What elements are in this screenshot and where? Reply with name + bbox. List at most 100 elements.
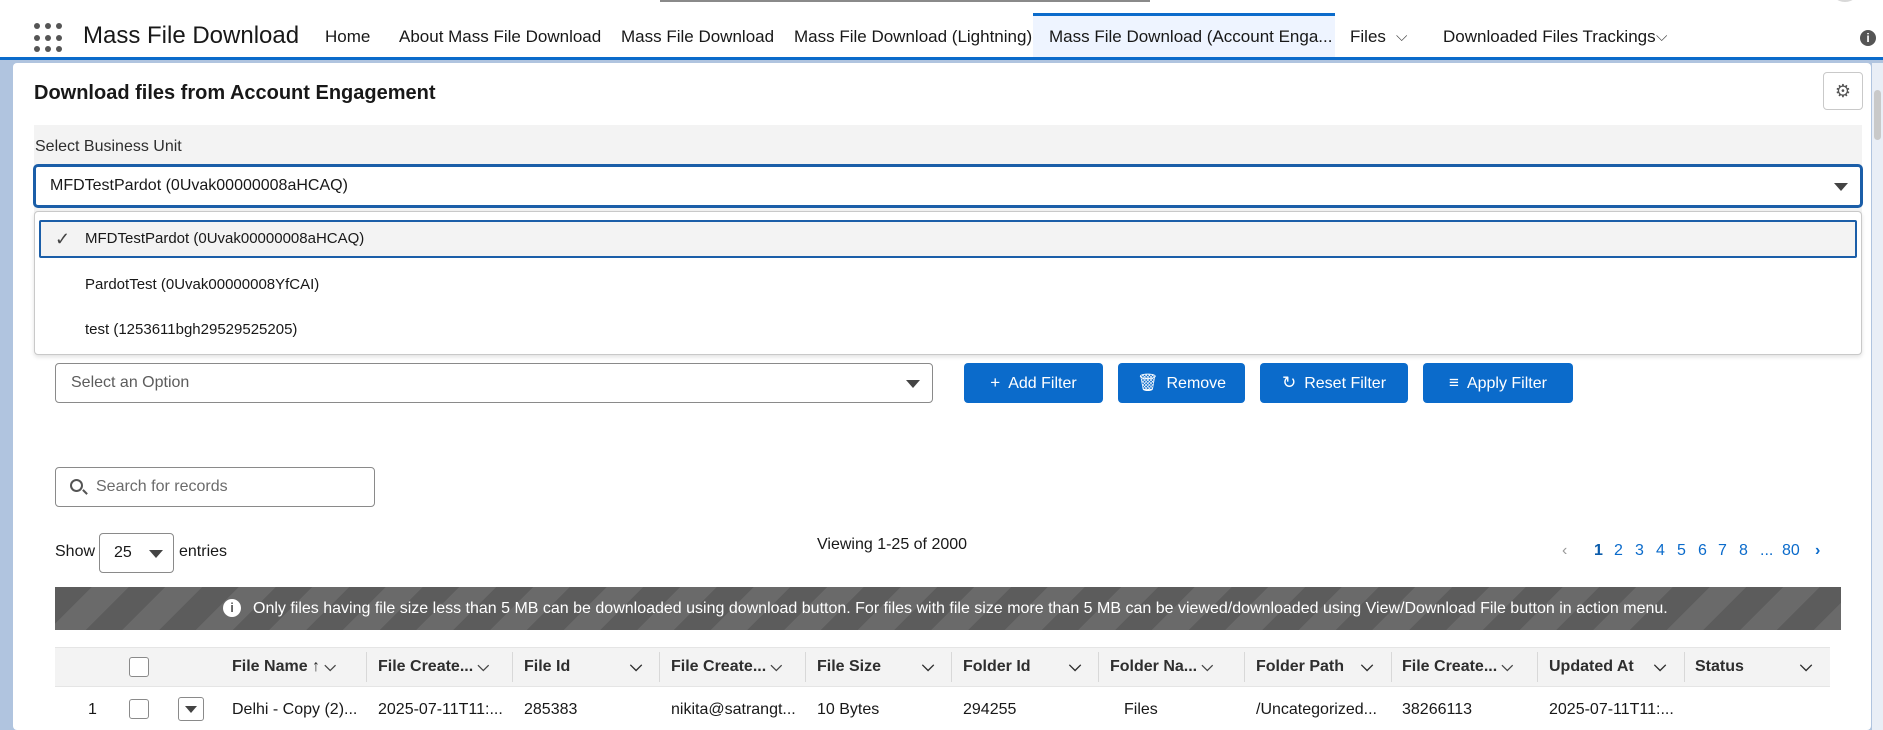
- column-header-folder-name[interactable]: Folder Na... ⌵: [1110, 647, 1213, 687]
- chevron-down-icon[interactable]: ⌵: [1069, 647, 1081, 687]
- cell-file-created-date: 2025-07-11T11:...: [378, 701, 503, 718]
- page-link[interactable]: 80: [1782, 542, 1800, 560]
- business-unit-option[interactable]: test (1253611bgh29529525205): [35, 311, 1861, 349]
- business-unit-select[interactable]: MFDTestPardot (0Uvak00000008aHCAQ): [34, 165, 1862, 207]
- row-actions-button[interactable]: [178, 697, 204, 721]
- column-label: File Create...: [671, 658, 767, 675]
- column-divider[interactable]: [1098, 652, 1099, 682]
- chevron-down-icon[interactable]: ⌵: [922, 647, 934, 687]
- tab-files[interactable]: Files: [1350, 13, 1386, 57]
- refresh-icon: ↻: [1281, 373, 1297, 392]
- page-link[interactable]: 2: [1614, 542, 1623, 560]
- column-label: File Size: [817, 658, 882, 675]
- tab-mass-file-download-account-engagement[interactable]: Mass File Download (Account Enga...: [1033, 13, 1335, 57]
- files-menu-chevron-down-icon[interactable]: ⌵: [1396, 13, 1407, 57]
- column-divider[interactable]: [1391, 652, 1392, 682]
- chevron-down-icon[interactable]: ⌵: [478, 658, 489, 675]
- tab-downloaded-files-trackings[interactable]: Downloaded Files Trackings: [1443, 13, 1656, 57]
- option-label: test (1253611bgh29529525205): [85, 321, 298, 338]
- column-label: File Create...: [1402, 658, 1498, 675]
- chevron-down-icon[interactable]: ⌵: [1202, 658, 1213, 675]
- page-size-select[interactable]: 25: [99, 533, 174, 573]
- column-divider[interactable]: [1244, 652, 1245, 682]
- column-divider[interactable]: [366, 652, 367, 682]
- caret-down-icon: [149, 550, 163, 558]
- trackings-menu-chevron-down-icon[interactable]: ⌵: [1656, 13, 1667, 57]
- business-unit-option[interactable]: ✓ MFDTestPardot (0Uvak00000008aHCAQ): [39, 220, 1857, 258]
- column-header-updated-at[interactable]: Updated At: [1549, 647, 1634, 687]
- chevron-down-icon[interactable]: ⌵: [1654, 647, 1666, 687]
- select-all-checkbox[interactable]: [129, 657, 149, 677]
- viewing-count: Viewing 1-25 of 2000: [817, 536, 968, 553]
- page-link[interactable]: 5: [1677, 542, 1686, 560]
- business-unit-option[interactable]: PardotTest (0Uvak00000008YfCAI): [35, 266, 1861, 304]
- page-title: Download files from Account Engagement: [34, 82, 436, 104]
- cell-file-created-by: nikita@satrangt...: [671, 701, 796, 718]
- entries-label: entries: [179, 543, 228, 560]
- tab-mass-file-download[interactable]: Mass File Download: [621, 13, 774, 57]
- page-link[interactable]: 6: [1698, 542, 1707, 560]
- column-header-file-created-by[interactable]: File Create... ⌵: [671, 647, 782, 687]
- column-header-file-name[interactable]: File Name ↑ ⌵: [232, 647, 336, 687]
- chevron-down-icon[interactable]: ⌵: [1800, 647, 1812, 687]
- chevron-down-icon[interactable]: ⌵: [630, 647, 642, 687]
- page-link[interactable]: 1: [1594, 542, 1603, 560]
- previous-page-chevron-left-icon[interactable]: ‹: [1562, 542, 1567, 560]
- page-scrollbar[interactable]: [1872, 63, 1883, 730]
- add-filter-button[interactable]: + Add Filter: [964, 363, 1103, 403]
- column-header-status[interactable]: Status: [1695, 647, 1744, 687]
- chevron-down-icon[interactable]: ⌵: [771, 658, 782, 675]
- page-scrollbar-thumb[interactable]: [1874, 90, 1881, 140]
- page-link[interactable]: 7: [1718, 542, 1727, 560]
- column-header-folder-id[interactable]: Folder Id: [963, 647, 1031, 687]
- column-header-file-created-date[interactable]: File Create... ⌵: [378, 647, 489, 687]
- column-divider[interactable]: [1537, 652, 1538, 682]
- column-label: Folder Na...: [1110, 658, 1198, 675]
- settings-button[interactable]: ⚙: [1823, 72, 1863, 110]
- column-header-file-created-by-id[interactable]: File Create... ⌵: [1402, 647, 1513, 687]
- app-title: Mass File Download: [83, 22, 300, 49]
- page-link[interactable]: 3: [1635, 542, 1644, 560]
- page-link[interactable]: 8: [1739, 542, 1748, 560]
- column-divider[interactable]: [1684, 652, 1685, 682]
- apply-filter-button[interactable]: ≡ Apply Filter: [1423, 363, 1573, 403]
- column-divider[interactable]: [512, 652, 513, 682]
- reset-filter-button[interactable]: ↻ Reset Filter: [1260, 363, 1408, 403]
- filter-placeholder: Select an Option: [71, 374, 190, 391]
- cell-folder-name: Files: [1124, 701, 1158, 718]
- add-filter-label: Add Filter: [1008, 375, 1077, 392]
- column-divider[interactable]: [805, 652, 806, 682]
- file-size-notice: i Only files having file size less than 5…: [55, 587, 1841, 630]
- column-divider[interactable]: [659, 652, 660, 682]
- page-link[interactable]: 4: [1656, 542, 1665, 560]
- filter-field-select[interactable]: Select an Option: [55, 363, 933, 403]
- column-header-file-id[interactable]: File Id: [524, 647, 570, 687]
- column-label: File Name ↑: [232, 658, 321, 675]
- next-page-chevron-right-icon[interactable]: ›: [1815, 542, 1820, 560]
- tab-home[interactable]: Home: [325, 13, 370, 57]
- cell-file-id: 285383: [524, 701, 578, 718]
- chevron-down-icon[interactable]: ⌵: [1361, 647, 1373, 687]
- tab-mass-file-download-lightning[interactable]: Mass File Download (Lightning): [794, 13, 1032, 57]
- cell-file-name[interactable]: Delhi - Copy (2)...: [232, 697, 357, 723]
- remove-label: Remove: [1166, 375, 1227, 392]
- remove-filter-button[interactable]: 🗑 Remove: [1118, 363, 1245, 403]
- cell-updated-at: 2025-07-11T11:...: [1549, 701, 1674, 718]
- tab-about-mass-file-download[interactable]: About Mass File Download: [399, 13, 601, 57]
- info-icon[interactable]: i: [1860, 30, 1876, 46]
- caret-down-icon: [1834, 183, 1848, 191]
- search-input[interactable]: Search for records: [55, 467, 375, 507]
- row-number: 1: [88, 701, 97, 718]
- column-header-folder-path[interactable]: Folder Path: [1256, 647, 1344, 687]
- app-launcher-icon[interactable]: [34, 23, 64, 53]
- business-unit-selected-value: MFDTestPardot (0Uvak00000008aHCAQ): [50, 177, 348, 194]
- column-label: Updated At: [1549, 658, 1634, 675]
- column-divider[interactable]: [951, 652, 952, 682]
- column-header-file-size[interactable]: File Size: [817, 647, 881, 687]
- row-checkbox[interactable]: [129, 699, 149, 719]
- chevron-down-icon[interactable]: ⌵: [324, 658, 335, 675]
- chevron-down-icon[interactable]: ⌵: [1502, 658, 1513, 675]
- cell-file-created-by-id: 38266113: [1402, 701, 1472, 718]
- filter-list-icon: ≡: [1449, 373, 1459, 392]
- column-label: File Create...: [378, 658, 474, 675]
